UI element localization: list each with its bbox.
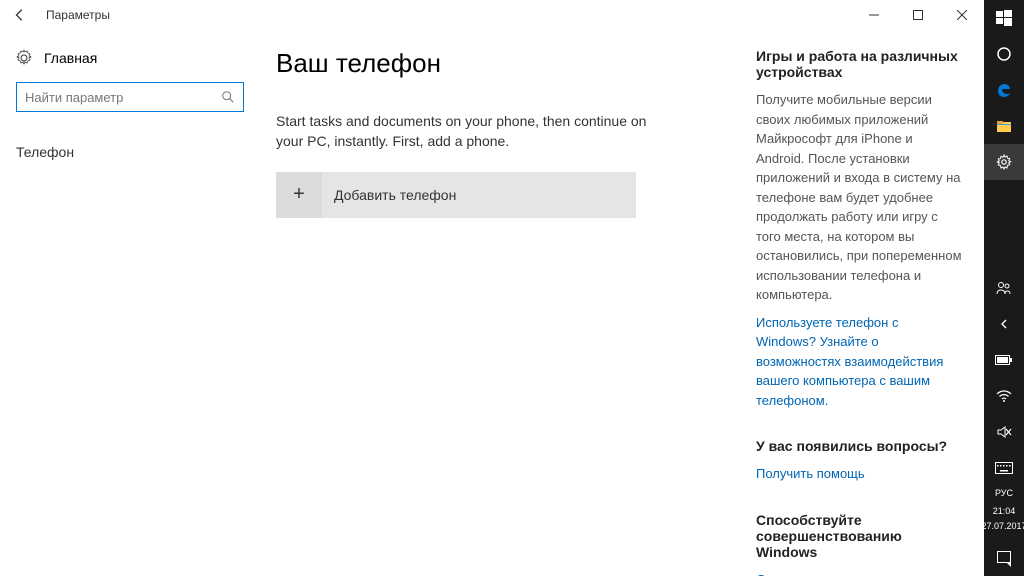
cortana-icon bbox=[996, 46, 1012, 62]
back-button[interactable] bbox=[0, 0, 40, 30]
home-label: Главная bbox=[44, 50, 97, 66]
action-center-button[interactable] bbox=[984, 540, 1024, 576]
section-feedback: Способствуйте совершенствованию Windows … bbox=[756, 512, 962, 576]
arrow-left-icon bbox=[13, 8, 27, 22]
cross-device-heading: Игры и работа на различных устройствах bbox=[756, 48, 962, 80]
section-questions: У вас появились вопросы? Получить помощь bbox=[756, 438, 962, 484]
wifi-button[interactable] bbox=[984, 378, 1024, 414]
lead-text: Start tasks and documents on your phone,… bbox=[276, 111, 656, 152]
battery-button[interactable] bbox=[984, 342, 1024, 378]
clock[interactable]: 21:04 27.07.2017 bbox=[981, 500, 1024, 540]
search-input[interactable] bbox=[25, 90, 221, 105]
feedback-heading: Способствуйте совершенствованию Windows bbox=[756, 512, 962, 560]
people-icon bbox=[996, 280, 1012, 296]
content: Ваш телефон Start tasks and documents on… bbox=[260, 48, 984, 576]
search-box[interactable] bbox=[16, 82, 244, 112]
chevron-left-icon bbox=[999, 319, 1009, 329]
questions-heading: У вас появились вопросы? bbox=[756, 438, 962, 454]
gear-icon bbox=[16, 50, 32, 66]
settings-taskbar-button[interactable] bbox=[984, 144, 1024, 180]
sidebar: Главная Телефон bbox=[0, 48, 260, 576]
title-bar: Параметры bbox=[0, 0, 984, 30]
start-button[interactable] bbox=[984, 0, 1024, 36]
explorer-button[interactable] bbox=[984, 108, 1024, 144]
cross-device-text: Получите мобильные версии своих любимых … bbox=[756, 90, 962, 305]
maximize-icon bbox=[913, 10, 923, 20]
section-cross-device: Игры и работа на различных устройствах П… bbox=[756, 48, 962, 410]
volume-button[interactable] bbox=[984, 414, 1024, 450]
windows-phone-link[interactable]: Используете телефон с Windows? Узнайте о… bbox=[756, 313, 962, 411]
window-controls bbox=[852, 0, 984, 30]
right-column: Игры и работа на различных устройствах П… bbox=[736, 48, 968, 576]
home-link[interactable]: Главная bbox=[16, 48, 244, 68]
battery-icon bbox=[995, 355, 1013, 365]
add-phone-button[interactable]: + Добавить телефон bbox=[276, 172, 636, 218]
settings-window: Параметры Гла bbox=[0, 0, 984, 576]
minimize-button[interactable] bbox=[852, 0, 896, 30]
gear-icon bbox=[996, 154, 1012, 170]
search-icon bbox=[221, 90, 235, 104]
minimize-icon bbox=[869, 10, 879, 20]
edge-icon bbox=[996, 82, 1012, 98]
close-icon bbox=[957, 10, 967, 20]
people-button[interactable] bbox=[984, 270, 1024, 306]
taskbar: РУС 21:04 27.07.2017 bbox=[984, 0, 1024, 576]
keyboard-button[interactable] bbox=[984, 450, 1024, 486]
get-help-link[interactable]: Получить помощь bbox=[756, 464, 962, 484]
keyboard-icon bbox=[995, 462, 1013, 474]
window-title: Параметры bbox=[46, 8, 110, 22]
body-area: Главная Телефон Ваш телефон Start tasks … bbox=[0, 30, 984, 576]
cortana-button[interactable] bbox=[984, 36, 1024, 72]
feedback-link[interactable]: Оставить отзыв bbox=[756, 570, 962, 576]
add-phone-label: Добавить телефон bbox=[334, 187, 456, 203]
tray-expand-button[interactable] bbox=[984, 306, 1024, 342]
time-text: 21:04 bbox=[981, 504, 1024, 519]
page-title: Ваш телефон bbox=[276, 48, 736, 79]
notification-icon bbox=[997, 551, 1011, 563]
windows-logo-icon bbox=[996, 10, 1012, 26]
language-indicator[interactable]: РУС bbox=[995, 486, 1013, 501]
center-column: Ваш телефон Start tasks and documents on… bbox=[276, 48, 736, 576]
sidebar-item-phone[interactable]: Телефон bbox=[16, 136, 244, 168]
folder-icon bbox=[996, 118, 1012, 134]
date-text: 27.07.2017 bbox=[981, 519, 1024, 534]
edge-button[interactable] bbox=[984, 72, 1024, 108]
plus-icon: + bbox=[276, 172, 322, 218]
maximize-button[interactable] bbox=[896, 0, 940, 30]
close-button[interactable] bbox=[940, 0, 984, 30]
volume-mute-icon bbox=[996, 424, 1012, 440]
wifi-icon bbox=[996, 388, 1012, 404]
